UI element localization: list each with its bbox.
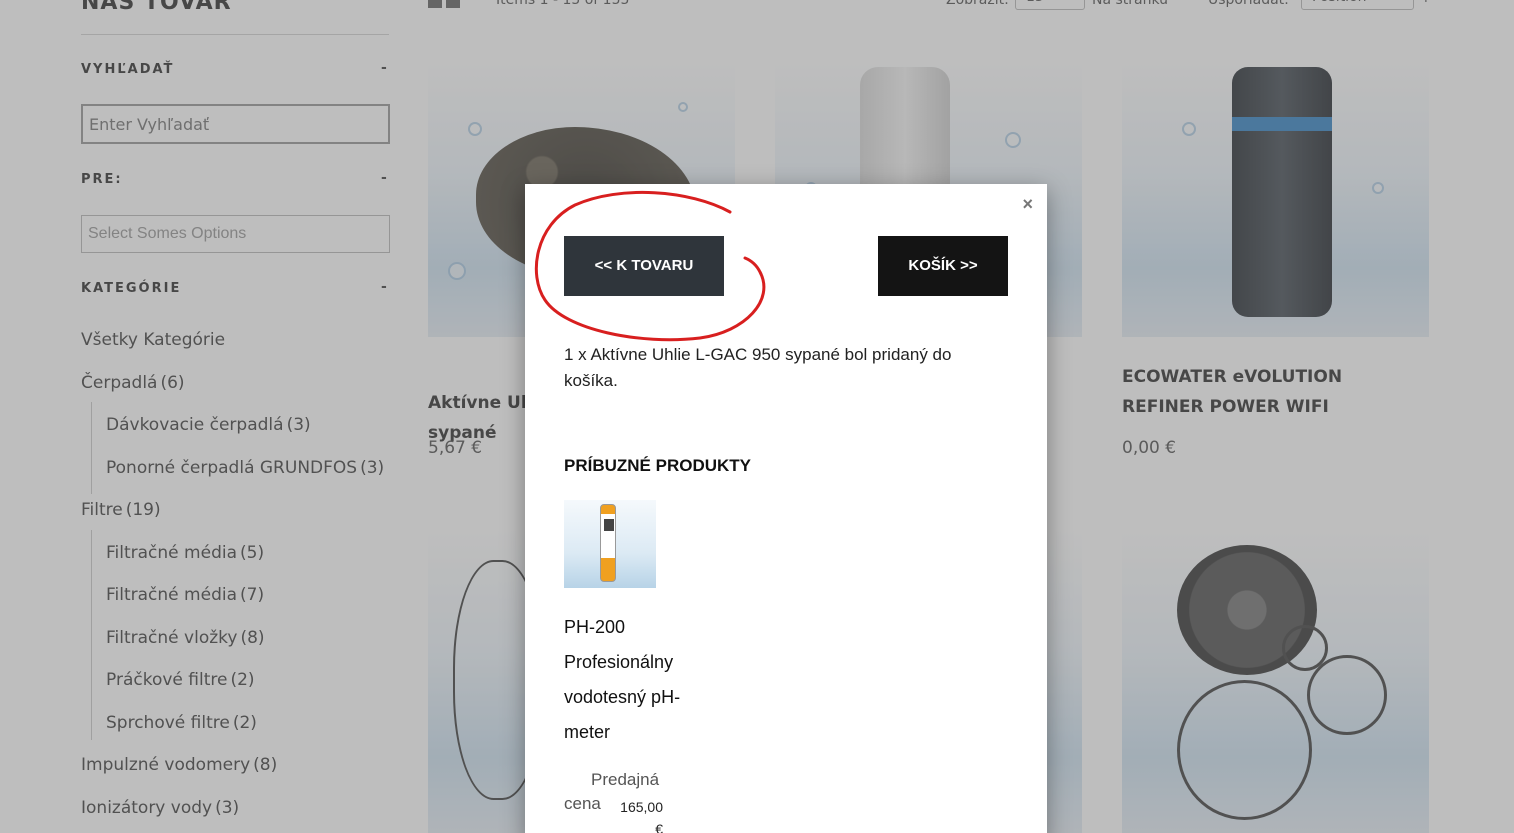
price-label-line-1: Predajná <box>591 770 660 789</box>
related-product-price: 165,00 € <box>620 799 663 833</box>
related-product-name[interactable]: PH-200 Profesionálny vodotesný pH-meter <box>564 610 704 750</box>
price-label-line-2: cena <box>564 794 601 813</box>
go-to-cart-button[interactable]: KOŠÍK >> <box>878 236 1008 296</box>
related-product-image[interactable] <box>564 500 656 588</box>
cart-confirmation-message: 1 x Aktívne Uhlie L-GAC 950 sypané bol p… <box>564 345 952 390</box>
back-to-product-button[interactable]: << K TOVARU <box>564 236 724 296</box>
added-to-cart-dialog: × << K TOVARU KOŠÍK >> 1 x Aktívne Uhlie… <box>525 184 1047 833</box>
meter-screen <box>604 519 614 531</box>
related-products-title: PRÍBUZNÉ PRODUKTY <box>564 456 752 475</box>
close-icon[interactable]: × <box>1022 194 1033 215</box>
ph-meter-image <box>600 504 616 582</box>
